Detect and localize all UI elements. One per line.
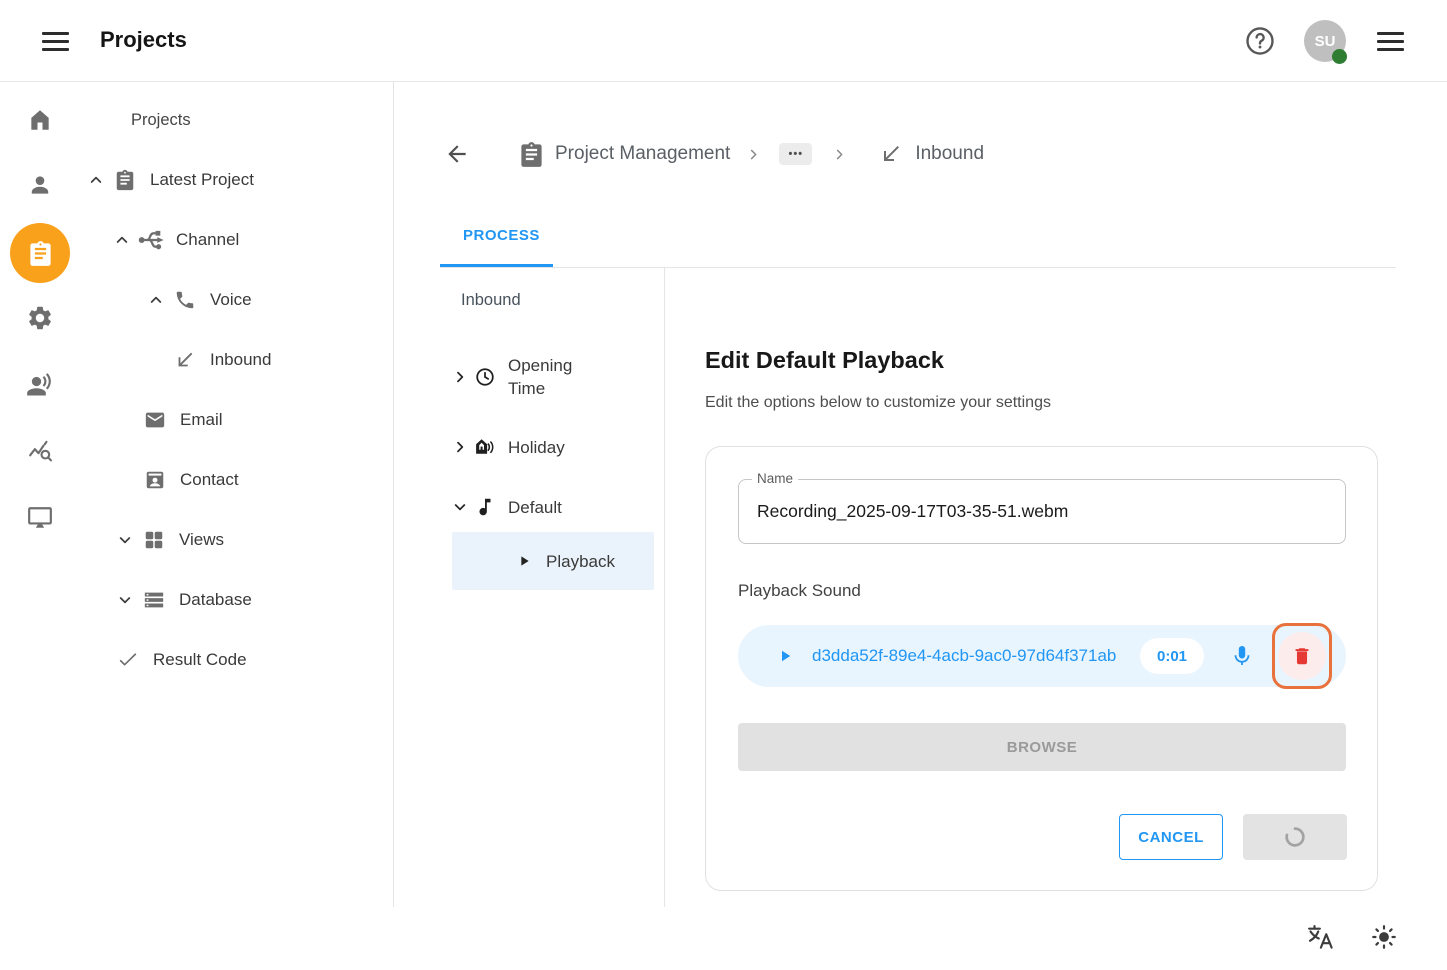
cancel-button[interactable]: CANCEL [1119, 814, 1223, 860]
chevron-down-icon[interactable] [117, 592, 133, 608]
subnav-item-default[interactable]: Default [452, 477, 654, 537]
audio-player: d3dda52f-89e4-4acb-9ac0-97d64f371ab 0:01 [738, 625, 1346, 687]
help-icon[interactable] [1245, 26, 1275, 56]
audio-filename[interactable]: d3dda52f-89e4-4acb-9ac0-97d64f371ab [812, 625, 1116, 687]
tree-item-label: Views [179, 530, 224, 550]
spinner-icon [1282, 824, 1308, 850]
name-input[interactable] [739, 480, 1345, 543]
subnav-item-holiday[interactable]: Holiday [452, 417, 654, 477]
clock-icon [474, 366, 496, 388]
subnav-title: Inbound [461, 291, 521, 310]
menu-icon[interactable] [42, 32, 69, 51]
chevron-right-icon[interactable] [452, 439, 468, 455]
page-heading: Edit Default Playback [705, 347, 944, 374]
chevron-down-icon[interactable] [117, 532, 133, 548]
play-icon [516, 553, 532, 569]
name-field[interactable]: Name [738, 479, 1346, 544]
chevron-up-icon[interactable] [114, 232, 130, 248]
tree-item-label: Channel [176, 230, 239, 250]
chevron-down-icon[interactable] [452, 499, 468, 515]
tree-item-label: Voice [210, 290, 252, 310]
subnav-item-label: Opening Time [508, 354, 580, 400]
audio-duration-badge: 0:01 [1140, 638, 1204, 674]
subnav-item-playback[interactable]: Playback [452, 532, 654, 590]
back-arrow-icon[interactable] [444, 141, 470, 167]
chevron-right-icon [746, 147, 761, 162]
tree-item-label: Database [179, 590, 252, 610]
chevron-right-icon[interactable] [452, 369, 468, 385]
subnav-item-label: Playback [546, 550, 615, 573]
tree-item-latest-project[interactable]: Latest Project [0, 150, 393, 210]
play-icon[interactable] [776, 647, 794, 665]
chevron-right-icon [832, 147, 847, 162]
browse-button[interactable]: BROWSE [738, 723, 1346, 771]
tree-section-label: Projects [131, 90, 191, 150]
name-field-label: Name [752, 471, 798, 486]
click-annotation [1272, 623, 1332, 689]
topbar: Projects SU [0, 0, 1447, 82]
home-icon[interactable] [16, 96, 64, 144]
breadcrumb-current[interactable]: Inbound [915, 143, 984, 165]
sidebar: Projects Latest Project Channel Voice In… [0, 82, 394, 907]
contact-card-icon [142, 469, 168, 491]
microphone-icon[interactable] [1230, 644, 1254, 668]
storage-icon [141, 589, 167, 611]
subnav-item-label: Default [508, 496, 562, 519]
music-note-icon [474, 496, 496, 518]
avatar-initials: SU [1315, 33, 1336, 50]
email-icon [142, 409, 168, 431]
check-icon [115, 649, 141, 671]
translate-icon[interactable] [1306, 922, 1336, 952]
phone-icon [172, 289, 198, 311]
breadcrumb-root[interactable]: Project Management [555, 143, 730, 165]
edit-playback-card: Name Playback Sound d3dda52f-89e4-4acb-9… [705, 446, 1378, 891]
tree-item-views[interactable]: Views [0, 510, 393, 570]
tree-item-voice[interactable]: Voice [0, 270, 393, 330]
tree-item-contact[interactable]: Contact [0, 450, 393, 510]
tree-item-label: Email [180, 410, 223, 430]
clipboard-icon [518, 141, 545, 168]
subnav-item-opening-time[interactable]: Opening Time [452, 342, 654, 412]
tree-item-database[interactable]: Database [0, 570, 393, 630]
delete-recording-button[interactable] [1278, 632, 1326, 680]
subnav-divider [664, 268, 665, 907]
chevron-up-icon[interactable] [88, 172, 104, 188]
breadcrumb-ellipsis[interactable]: ••• [779, 143, 812, 165]
tree-item-email[interactable]: Email [0, 390, 393, 450]
breadcrumb: Project Management ••• Inbound [444, 139, 984, 169]
clipboard-icon [112, 169, 138, 191]
chevron-up-icon[interactable] [148, 292, 164, 308]
tab-process[interactable]: PROCESS [463, 227, 540, 244]
page-subheading: Edit the options below to customize your… [705, 394, 1051, 412]
call-received-icon [879, 142, 903, 166]
page-title: Projects [100, 0, 187, 80]
dashboard-icon [141, 529, 167, 551]
tree-item-label: Latest Project [150, 170, 254, 190]
online-status-dot [1332, 49, 1347, 64]
call-received-icon [172, 349, 198, 371]
tree-item-channel[interactable]: Channel [0, 210, 393, 270]
tree-item-inbound[interactable]: Inbound [0, 330, 393, 390]
tree-item-result-code[interactable]: Result Code [0, 630, 393, 690]
tree-item-label: Contact [180, 470, 239, 490]
subnav-item-label: Holiday [508, 436, 565, 459]
overflow-menu-icon[interactable] [1377, 32, 1404, 51]
save-button-loading[interactable] [1243, 814, 1347, 860]
holiday-house-icon [474, 436, 496, 458]
playback-sound-label: Playback Sound [738, 581, 861, 601]
tab-divider [440, 267, 1396, 268]
brightness-icon[interactable] [1370, 923, 1398, 951]
tree-item-label: Inbound [210, 350, 271, 370]
tree-item-label: Result Code [153, 650, 247, 670]
channel-split-icon [138, 227, 164, 253]
